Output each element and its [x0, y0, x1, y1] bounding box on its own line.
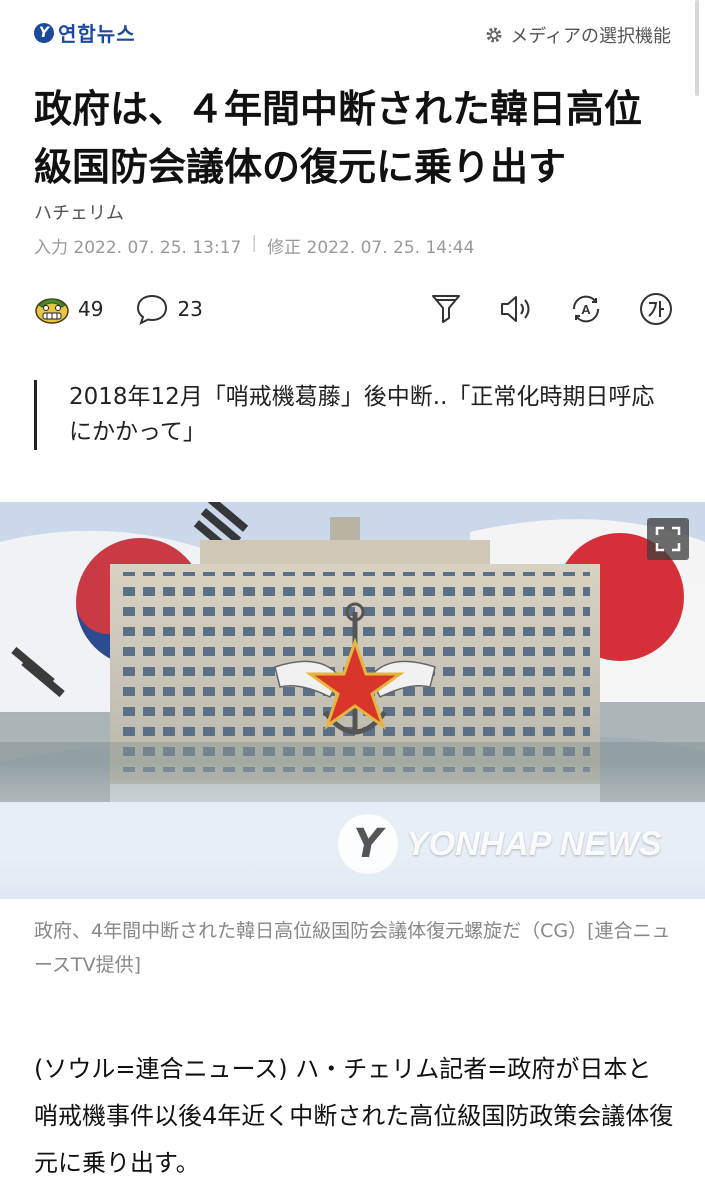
watermark-logo-icon: Y [338, 814, 398, 874]
article-photo: Y YONHAP NEWS [0, 502, 705, 899]
yonhap-watermark: Y YONHAP NEWS [338, 814, 662, 874]
photo-expand-button[interactable] [647, 518, 689, 560]
svg-text:A: A [581, 302, 591, 317]
recommend-button[interactable] [428, 291, 464, 327]
recommend-icon [432, 295, 460, 323]
translate-button[interactable]: A [568, 291, 604, 327]
article-headline: 政府は、４年間中断された韓日高位級国防会議体の復元に乗り出す [34, 87, 643, 189]
watermark-text: YONHAP NEWS [406, 824, 662, 863]
input-date: 入力 2022. 07. 25. 13:17 [34, 238, 242, 258]
photo-caption: 政府、4年間中断された韓日高位級国防会議体復元螺旋だ（CG）[連合ニュースTV提… [34, 920, 671, 976]
audio-button[interactable] [498, 291, 534, 327]
media-select-button[interactable]: メディアの選択機能 [484, 22, 671, 48]
scrollbar[interactable] [695, 0, 699, 96]
emoji-reaction-button[interactable]: 49 [34, 291, 103, 327]
expand-icon [655, 526, 681, 552]
font-size-button[interactable] [638, 291, 674, 327]
comment-icon [137, 294, 168, 325]
gear-icon [486, 27, 502, 43]
comment-count: 23 [177, 297, 203, 321]
article-subheadline: 2018年12月「哨戒機葛藤」後中断..「正常化時期日呼応にかかって」 [34, 380, 674, 450]
yonhap-logo[interactable]: Y 연합뉴스 [34, 18, 136, 47]
media-select-label: メディアの選択機能 [510, 26, 671, 47]
emoji-reaction-count: 49 [78, 297, 104, 321]
article-body: (ソウル=連合ニュース) ハ・チェリム記者=政府が日本と哨戒機事件以後4年近く中… [34, 1055, 674, 1177]
comment-button[interactable]: 23 [135, 292, 203, 326]
article-tools: A [428, 291, 674, 327]
date-divider: | [251, 233, 258, 253]
article-dates: 入力 2022. 07. 25. 13:17 | 修正 2022. 07. 25… [34, 233, 474, 258]
emoji-reaction-icon [35, 298, 69, 324]
top-bar: Y 연합뉴스 メディアの選択機能 [0, 0, 705, 96]
translate-icon: A [572, 295, 600, 323]
edit-date: 修正 2022. 07. 25. 14:44 [267, 238, 475, 258]
reporter-name[interactable]: ハチェリム [34, 199, 124, 225]
logo-text: 연합뉴스 [58, 22, 136, 46]
article-action-bar: 49 23 A [34, 288, 674, 330]
audio-icon [501, 296, 530, 322]
logo-mark-icon: Y [34, 22, 54, 43]
font-size-icon [640, 293, 672, 325]
